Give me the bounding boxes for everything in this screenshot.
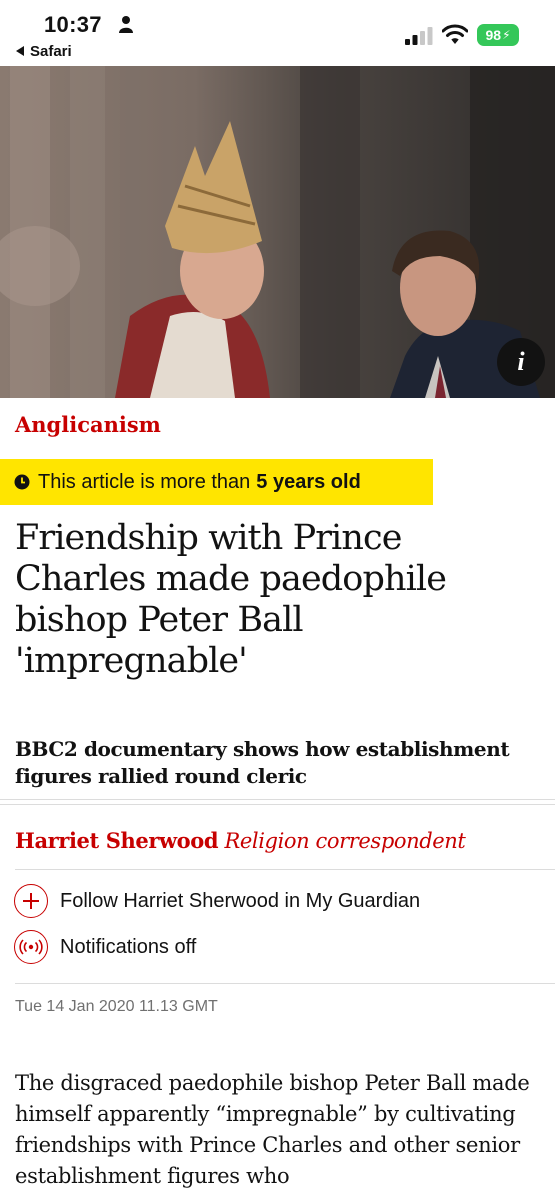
follow-author-button[interactable]: Follow Harriet Sherwood in My Guardian [14, 884, 420, 918]
age-notice-text: This article is more than [38, 470, 251, 493]
divider [15, 869, 555, 870]
hero-image: i [0, 66, 555, 398]
clock-time: 10:37 [44, 12, 102, 37]
divider [15, 983, 555, 984]
section-kicker[interactable]: Anglicanism [15, 412, 161, 437]
article-standfirst: BBC2 documentary shows how establishment… [15, 737, 510, 788]
byline: Harriet Sherwood Religion correspondent [15, 828, 466, 853]
author-name-link[interactable]: Harriet Sherwood [15, 828, 219, 853]
charging-bolt-icon: ⚡ [502, 28, 511, 42]
plus-circle-icon [14, 884, 48, 918]
signal-icon [405, 27, 433, 45]
article-body-paragraph: The disgraced paedophile bishop Peter Ba… [15, 1071, 530, 1188]
person-icon [119, 16, 133, 33]
article-headline: Friendship with Prince Charles made paed… [15, 518, 447, 681]
wifi-icon [442, 24, 468, 44]
follow-label: Follow Harriet Sherwood in My Guardian [60, 889, 421, 912]
notifications-label: Notifications off [60, 935, 197, 958]
hero-photo [0, 66, 555, 398]
back-app-label: Safari [30, 43, 72, 60]
age-notice-bold: 5 years old [256, 470, 361, 493]
info-icon[interactable]: i [497, 338, 545, 386]
author-role: Religion correspondent [224, 829, 466, 853]
status-bar: 10:37 Safari 98 ⚡ [0, 0, 555, 66]
clock-icon [14, 474, 30, 490]
publish-date[interactable]: Tue 14 Jan 2020 11.13 GMT [15, 998, 218, 1016]
notifications-toggle[interactable]: Notifications off [14, 930, 196, 964]
battery-level: 98 [485, 27, 502, 43]
back-to-app-button[interactable]: Safari [16, 43, 72, 60]
battery-icon: 98 ⚡ [477, 24, 519, 46]
article-age-notice: This article is more than 5 years old [0, 459, 433, 505]
divider [0, 799, 555, 805]
notification-off-icon [14, 930, 48, 964]
back-arrow-icon [16, 46, 24, 56]
